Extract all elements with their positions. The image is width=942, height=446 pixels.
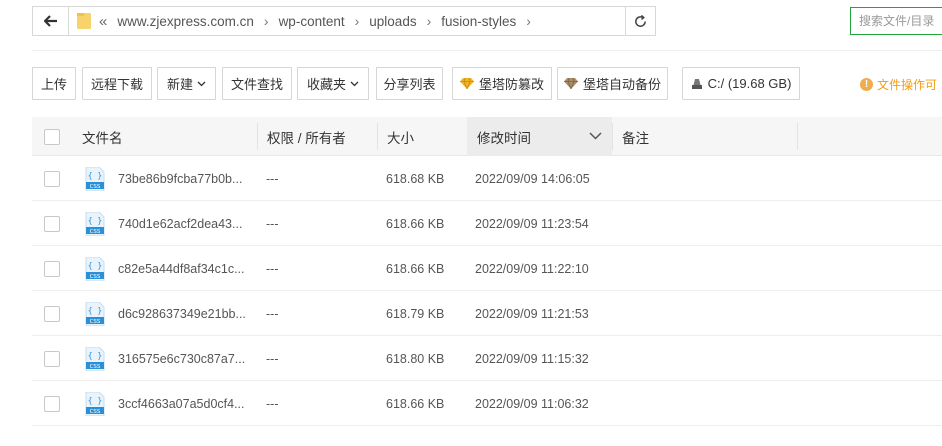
chevron-right-icon: ›: [354, 13, 360, 29]
svg-text:CSS: CSS: [90, 184, 101, 190]
svg-text:{ }: { }: [88, 261, 102, 270]
file-perm-owner[interactable]: ---: [266, 381, 279, 426]
header-modified[interactable]: 修改时间: [467, 117, 612, 156]
upload-button[interactable]: 上传: [32, 67, 76, 100]
folder-icon: [77, 13, 91, 29]
header-note[interactable]: 备注: [622, 117, 649, 156]
svg-text:CSS: CSS: [90, 409, 101, 415]
table-row[interactable]: { } CSS 73be86b9fcba77b0b... --- 618.68 …: [32, 156, 942, 201]
file-modified: 2022/09/09 11:23:54: [475, 216, 589, 231]
search-input[interactable]: [850, 7, 942, 35]
svg-text:CSS: CSS: [90, 364, 101, 370]
svg-text:{ }: { }: [88, 396, 102, 405]
toolbar: 上传 远程下载 新建 文件查找 收藏夹 分享列表 堡塔防篡改 堡塔自动备份 C:…: [0, 67, 942, 100]
file-modified: 2022/09/09 14:06:05: [475, 171, 590, 186]
row-checkbox[interactable]: [44, 381, 60, 426]
svg-text:CSS: CSS: [90, 274, 101, 280]
file-size: 618.79 KB: [386, 306, 445, 321]
new-button[interactable]: 新建: [157, 67, 216, 100]
svg-text:{ }: { }: [88, 171, 102, 180]
gem-icon: [563, 78, 578, 89]
share-list-button[interactable]: 分享列表: [376, 67, 443, 100]
svg-text:CSS: CSS: [90, 229, 101, 235]
file-perm-owner[interactable]: ---: [266, 201, 279, 246]
disk-icon: [691, 78, 703, 90]
file-modified: 2022/09/09 11:21:53: [475, 306, 589, 321]
file-perm-owner[interactable]: ---: [266, 291, 279, 336]
row-checkbox[interactable]: [44, 156, 60, 201]
chevron-down-icon: [589, 132, 602, 140]
svg-text:{ }: { }: [88, 216, 102, 225]
path-bar: « www.zjexpress.com.cn › wp-content › uplo…: [32, 6, 656, 36]
file-modified: 2022/09/09 11:22:10: [475, 261, 589, 276]
double-chevron-left-icon[interactable]: «: [99, 14, 107, 29]
row-checkbox[interactable]: [44, 246, 60, 291]
chevron-right-icon: ›: [426, 13, 432, 29]
svg-text:CSS: CSS: [90, 319, 101, 325]
svg-text:{ }: { }: [88, 351, 102, 360]
row-checkbox[interactable]: [44, 336, 60, 381]
table-row[interactable]: { } CSS c82e5a44df8af34c1c... --- 618.66…: [32, 246, 942, 291]
remote-download-button[interactable]: 远程下载: [82, 67, 152, 100]
tamper-protect-button[interactable]: 堡塔防篡改: [452, 67, 552, 100]
breadcrumb-item[interactable]: fusion-styles ›: [441, 13, 541, 29]
file-name[interactable]: 3ccf4663a07a5d0cf4...: [118, 381, 245, 426]
info-icon: !: [860, 78, 873, 91]
breadcrumb-item[interactable]: uploads ›: [369, 13, 441, 29]
file-name[interactable]: c82e5a44df8af34c1c...: [118, 246, 245, 291]
breadcrumb: « www.zjexpress.com.cn › wp-content › uplo…: [69, 7, 625, 35]
file-size: 618.66 KB: [386, 261, 445, 276]
table-row[interactable]: { } CSS 316575e6c730c87a7... --- 618.80 …: [32, 336, 942, 381]
table-row[interactable]: { } CSS 740d1e62acf2dea43... --- 618.66 …: [32, 201, 942, 246]
header-perm-owner[interactable]: 权限 / 所有者: [267, 117, 346, 156]
auto-backup-button[interactable]: 堡塔自动备份: [557, 67, 668, 100]
chevron-right-icon: ›: [526, 13, 531, 29]
chevron-down-icon: [197, 81, 206, 87]
select-all-checkbox[interactable]: [44, 117, 60, 156]
breadcrumb-item[interactable]: wp-content ›: [279, 13, 370, 29]
file-search-button[interactable]: 文件查找: [222, 67, 292, 100]
file-name[interactable]: 73be86b9fcba77b0b...: [118, 156, 242, 201]
table-header: 文件名 权限 / 所有者 大小 修改时间 备注: [32, 117, 942, 156]
css-file-icon: { } CSS: [85, 291, 105, 336]
css-file-icon: { } CSS: [85, 336, 105, 381]
refresh-icon: [635, 14, 646, 27]
file-modified: 2022/09/09 11:15:32: [475, 351, 589, 366]
file-size: 618.80 KB: [386, 351, 445, 366]
table-row[interactable]: { } CSS d6c928637349e21bb... --- 618.79 …: [32, 291, 942, 336]
file-name[interactable]: 740d1e62acf2dea43...: [118, 201, 242, 246]
file-perm-owner[interactable]: ---: [266, 246, 279, 291]
file-perm-owner[interactable]: ---: [266, 336, 279, 381]
file-name[interactable]: d6c928637349e21bb...: [118, 291, 246, 336]
css-file-icon: { } CSS: [85, 156, 105, 201]
back-button[interactable]: [33, 7, 69, 35]
file-operation-warning[interactable]: ! 文件操作可: [860, 76, 937, 93]
file-size: 618.68 KB: [386, 171, 445, 186]
table-row[interactable]: { } CSS 3ccf4663a07a5d0cf4... --- 618.66…: [32, 381, 942, 426]
breadcrumb-item[interactable]: www.zjexpress.com.cn ›: [117, 13, 278, 29]
row-checkbox[interactable]: [44, 291, 60, 336]
file-modified: 2022/09/09 11:06:32: [475, 396, 589, 411]
disk-button[interactable]: C:/ (19.68 GB): [682, 67, 800, 100]
file-size: 618.66 KB: [386, 396, 445, 411]
gem-icon: [459, 78, 474, 89]
row-checkbox[interactable]: [44, 201, 60, 246]
header-name[interactable]: 文件名: [82, 117, 123, 156]
file-name[interactable]: 316575e6c730c87a7...: [118, 336, 245, 381]
arrow-left-icon: [43, 15, 57, 27]
file-size: 618.66 KB: [386, 216, 445, 231]
refresh-button[interactable]: [625, 7, 655, 35]
favorites-button[interactable]: 收藏夹: [297, 67, 369, 100]
file-perm-owner[interactable]: ---: [266, 156, 279, 201]
svg-text:{ }: { }: [88, 306, 102, 315]
chevron-right-icon: ›: [263, 13, 269, 29]
header-size[interactable]: 大小: [387, 117, 414, 156]
css-file-icon: { } CSS: [85, 201, 105, 246]
chevron-down-icon: [350, 81, 359, 87]
css-file-icon: { } CSS: [85, 246, 105, 291]
divider: [32, 50, 942, 51]
css-file-icon: { } CSS: [85, 381, 105, 426]
